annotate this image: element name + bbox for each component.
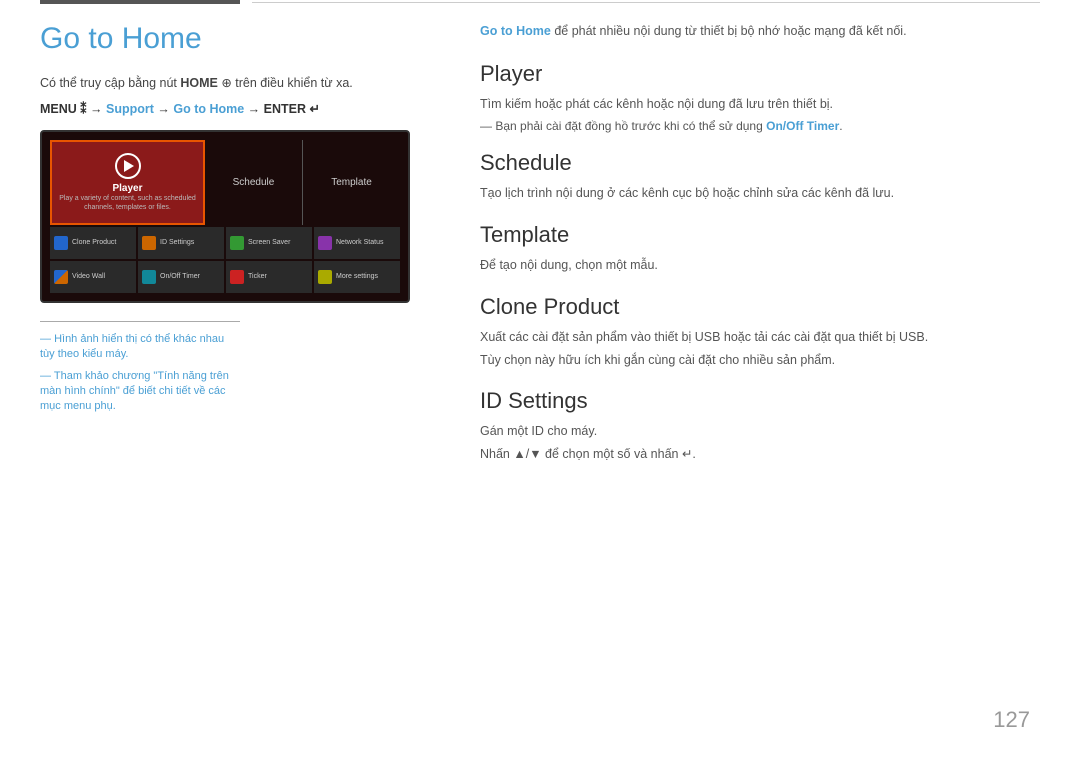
rule-right — [252, 2, 1040, 3]
tv-grid-cell-screen: Screen Saver — [226, 227, 312, 259]
page-number: 127 — [993, 707, 1030, 733]
tv-template-cell: Template — [303, 140, 400, 225]
section-body-clone-1: Xuất các cài đặt sản phẩm vào thiết bị U… — [480, 328, 1040, 347]
ticker-label: Ticker — [248, 273, 267, 281]
id-settings-icon — [142, 236, 156, 250]
go-to-home-link: Go to Home — [480, 24, 551, 38]
right-column: Go to Home để phát nhiều nội dung từ thi… — [460, 14, 1040, 468]
rule-left — [40, 0, 240, 4]
ticker-icon — [230, 270, 244, 284]
footnotes: Hình ảnh hiển thị có thể khác nhau tùy t… — [40, 321, 240, 415]
play-triangle-icon — [124, 160, 134, 172]
section-title-player: Player — [480, 61, 1040, 87]
tv-grid-cell-video: Video Wall — [50, 261, 136, 293]
tv-grid-cell-onoff: On/Off Timer — [138, 261, 224, 293]
tv-grid-cell-clone: Clone Product — [50, 227, 136, 259]
tv-bottom-grid: Clone Product ID Settings Screen Saver N… — [50, 227, 400, 293]
more-settings-icon — [318, 270, 332, 284]
section-title-id-settings: ID Settings — [480, 388, 1040, 414]
tv-grid-cell-ticker: Ticker — [226, 261, 312, 293]
screen-saver-label: Screen Saver — [248, 239, 290, 247]
top-rule — [0, 0, 1080, 4]
footnote-1: Hình ảnh hiển thị có thể khác nhau tùy t… — [40, 332, 240, 363]
video-wall-label: Video Wall — [72, 273, 105, 281]
tv-screen-mockup: Player Play a variety of content, such a… — [40, 130, 410, 303]
onoff-timer-label: On/Off Timer — [160, 273, 200, 281]
menu-path: MENU ⁑ → Support → Go to Home → ENTER ↵ — [40, 101, 430, 116]
tv-grid-cell-network: Network Status — [314, 227, 400, 259]
tv-play-icon — [115, 153, 141, 179]
section-body-id-1: Gán một ID cho máy. — [480, 422, 1040, 441]
access-note: Có thể truy cập bằng nút HOME ⊕ trên điề… — [40, 74, 430, 93]
section-body-template: Để tạo nội dung, chọn một mẫu. — [480, 256, 1040, 275]
tv-player-label: Player — [112, 183, 142, 194]
screen-saver-icon — [230, 236, 244, 250]
id-settings-label: ID Settings — [160, 239, 194, 247]
network-status-label: Network Status — [336, 239, 383, 247]
network-status-icon — [318, 236, 332, 250]
tv-schedule-cell: Schedule — [205, 140, 303, 225]
more-settings-label: More settings — [336, 273, 378, 281]
tv-grid-cell-id: ID Settings — [138, 227, 224, 259]
section-title-schedule: Schedule — [480, 150, 1040, 176]
footnote-2: Tham khảo chương "Tính năng trên màn hìn… — [40, 369, 240, 415]
onoff-timer-link: On/Off Timer — [766, 119, 839, 133]
tv-template-label: Template — [331, 177, 372, 188]
clone-label: Clone Product — [72, 239, 116, 247]
section-body-player: Tìm kiếm hoặc phát các kênh hoặc nội dun… — [480, 95, 1040, 114]
page-title: Go to Home — [40, 22, 430, 56]
tv-player-sub: Play a variety of content, such as sched… — [58, 194, 197, 212]
tv-schedule-label: Schedule — [233, 177, 275, 188]
section-title-clone: Clone Product — [480, 294, 1040, 320]
section-body-clone-2: Tùy chọn này hữu ích khi gắn cùng cài đặ… — [480, 351, 1040, 370]
left-column: Go to Home Có thể truy cập bằng nút HOME… — [40, 14, 460, 468]
video-wall-icon — [54, 270, 68, 284]
section-title-template: Template — [480, 222, 1040, 248]
tv-grid-cell-more: More settings — [314, 261, 400, 293]
right-intro: Go to Home để phát nhiều nội dung từ thi… — [480, 22, 1040, 41]
section-body-schedule: Tạo lịch trình nội dung ở các kênh cục b… — [480, 184, 1040, 203]
section-note-player: Bạn phải cài đặt đồng hồ trước khi có th… — [480, 118, 1040, 135]
clone-product-icon — [54, 236, 68, 250]
onoff-timer-icon — [142, 270, 156, 284]
tv-player-cell: Player Play a variety of content, such a… — [50, 140, 205, 225]
section-body-id-2: Nhấn ▲/▼ để chọn một số và nhấn ↵. — [480, 445, 1040, 464]
